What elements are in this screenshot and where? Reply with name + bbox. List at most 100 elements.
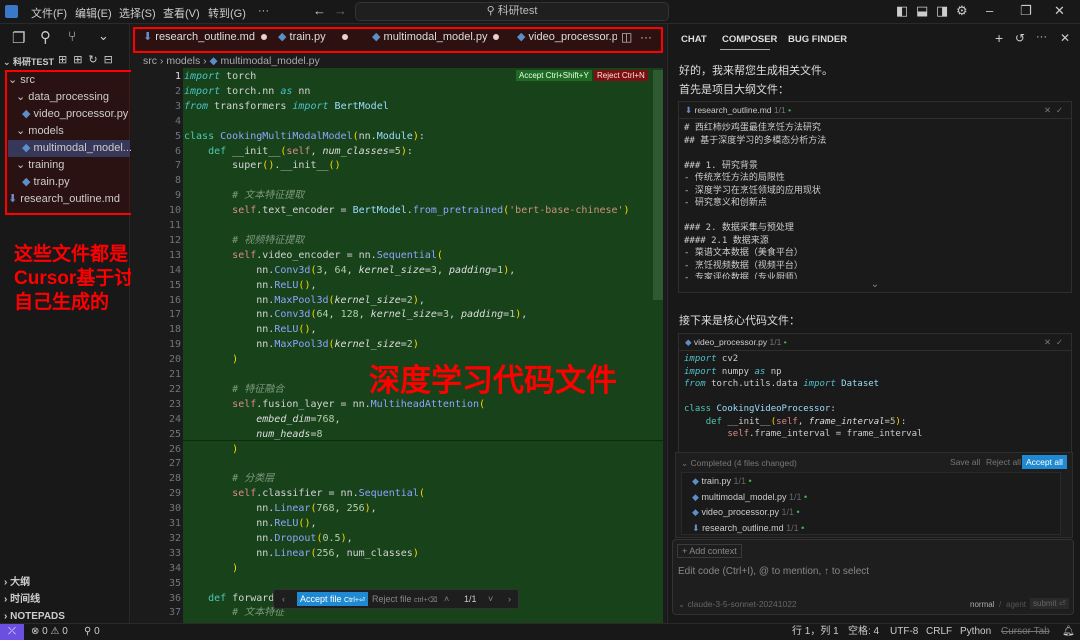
code-line: def forward: [184, 591, 274, 606]
line-number: 22: [141, 382, 181, 397]
chevron-up-icon[interactable]: ˄: [444, 590, 449, 608]
chevron-down-icon[interactable]: ˅: [488, 590, 493, 608]
change-count: 1/1: [733, 476, 746, 486]
forward-arrow-icon[interactable]: →: [334, 3, 347, 18]
gear-icon[interactable]: ⚙: [956, 3, 968, 19]
change-count: 1/1: [782, 507, 795, 517]
tree-folder-data-processing[interactable]: ⌄ data_processing: [16, 89, 109, 106]
code-line: ): [184, 352, 238, 367]
section-outline[interactable]: › 大纲: [4, 574, 65, 591]
split-editor-icon[interactable]: ◫: [621, 30, 632, 44]
prev-icon[interactable]: ‹: [282, 590, 285, 608]
accept-file-button[interactable]: Accept file Ctrl+⏎: [297, 592, 368, 606]
tree-folder-src[interactable]: ⌄ src: [8, 72, 35, 89]
accept-icon[interactable]: ✓: [1056, 105, 1063, 115]
search-icon[interactable]: ⚲: [40, 28, 51, 46]
changed-file-item[interactable]: ◆ train.py 1/1 •: [692, 476, 752, 487]
model-selector[interactable]: ⌄ claude-3-5-sonnet-20241022: [678, 599, 797, 610]
reject-file-button[interactable]: Reject file ctrl+⌫: [372, 590, 437, 610]
more-icon[interactable]: ···: [1036, 31, 1047, 43]
language-mode[interactable]: Python: [960, 624, 991, 639]
markdown-icon: ⬇: [143, 31, 152, 43]
breadcrumb-item[interactable]: multimodal_model.py: [221, 55, 320, 67]
command-search[interactable]: ⚲ 科研test: [355, 2, 669, 21]
mode-agent[interactable]: agent: [1006, 600, 1026, 609]
restore-icon[interactable]: ❐: [1020, 3, 1032, 19]
scrollbar[interactable]: [653, 70, 663, 300]
python-icon: ◆: [517, 31, 525, 43]
changed-file-item[interactable]: ◆ video_processor.py 1/1 •: [692, 507, 800, 518]
ports-indicator[interactable]: ⚲ 0: [84, 624, 100, 639]
reject-icon[interactable]: ✕: [1044, 337, 1051, 347]
tree-file-multimodal-model[interactable]: ◆ multimodal_model....: [8, 140, 130, 157]
close-panel-icon[interactable]: ✕: [1060, 31, 1070, 45]
more-actions-icon[interactable]: ···: [640, 30, 652, 44]
line-number: 17: [141, 307, 181, 322]
changed-file-item[interactable]: ◆ multimodal_model.py 1/1 •: [692, 492, 807, 503]
reject-icon[interactable]: ✕: [1044, 105, 1051, 115]
encoding[interactable]: UTF-8: [890, 624, 918, 639]
close-window-icon[interactable]: ✕: [1054, 3, 1065, 19]
input-placeholder[interactable]: Edit code (Ctrl+I), @ to mention, ↑ to s…: [678, 566, 869, 577]
line-ending[interactable]: CRLF: [926, 624, 952, 639]
changed-file-item[interactable]: ⬇ research_outline.md 1/1 •: [692, 523, 804, 534]
code-editor[interactable]: import torchimport torch.nn as nnfrom tr…: [183, 68, 663, 623]
next-icon[interactable]: ›: [508, 590, 511, 608]
indentation[interactable]: 空格: 4: [848, 624, 879, 639]
add-context-button[interactable]: + Add context: [677, 544, 742, 558]
tab-multimodal-model[interactable]: ◆ multimodal_model.py: [372, 30, 499, 43]
remote-icon[interactable]: ⤫: [0, 624, 24, 640]
expand-chevron-icon[interactable]: ⌄: [679, 279, 1071, 290]
menu-file[interactable]: 文件(F): [31, 5, 67, 21]
toggle-panel-icon[interactable]: ⬓: [916, 3, 928, 19]
reject-all-button[interactable]: Reject all: [982, 456, 1025, 468]
accept-diff-button[interactable]: Accept Ctrl+Shift+Y: [516, 70, 592, 81]
tree-folder-models[interactable]: ⌄ models: [16, 123, 64, 140]
menu-go[interactable]: 转到(G): [208, 5, 246, 21]
accept-icon[interactable]: ✓: [1056, 337, 1063, 347]
chevron-down-icon[interactable]: ⌄: [98, 28, 109, 44]
tab-research-outline[interactable]: ⬇ research_outline.md: [143, 30, 267, 43]
file-name: video_processor.py: [701, 507, 779, 517]
breadcrumb-item[interactable]: models: [166, 55, 200, 67]
files-icon[interactable]: ❐: [12, 29, 25, 47]
tab-train[interactable]: ◆ train.py: [278, 30, 348, 43]
composer-input[interactable]: + Add context Edit code (Ctrl+I), @ to m…: [672, 539, 1074, 615]
tree-file-research-outline[interactable]: ⬇ research_outline.md: [8, 191, 120, 208]
cursor-position[interactable]: 行 1，列 1: [792, 624, 839, 639]
tree-folder-training[interactable]: ⌄ training: [16, 157, 64, 174]
toggle-secondary-sidebar-icon[interactable]: ◨: [936, 3, 948, 19]
accept-all-button[interactable]: Accept all: [1022, 455, 1067, 469]
tab-bug-finder[interactable]: BUG FINDER: [788, 34, 847, 45]
submit-button[interactable]: submit ⏎: [1030, 598, 1069, 609]
line-number: 34: [141, 561, 181, 576]
line-number: 36: [141, 591, 181, 606]
section-timeline[interactable]: › 时间线: [4, 591, 65, 608]
bell-icon[interactable]: 🔔︎: [1062, 624, 1075, 639]
problems-indicator[interactable]: ⊗ 0 ⚠ 0: [31, 624, 68, 639]
markdown-line: - 深度学习在烹饪领域的应用现状: [679, 185, 1071, 198]
minimize-icon[interactable]: –: [986, 3, 993, 18]
cursor-tab[interactable]: Cursor Tab: [1001, 624, 1050, 639]
mode-normal[interactable]: normal: [970, 600, 994, 609]
plus-icon[interactable]: +: [995, 30, 1003, 46]
explorer-title[interactable]: ⌄ 科研TEST: [3, 55, 54, 68]
toggle-sidebar-icon[interactable]: ◧: [896, 3, 908, 19]
reject-diff-button[interactable]: Reject Ctrl+N: [594, 70, 648, 81]
source-control-icon[interactable]: ⑂: [68, 28, 76, 44]
back-arrow-icon[interactable]: ←: [313, 3, 326, 18]
menu-view[interactable]: 查看(V): [163, 5, 200, 21]
tab-video-processor[interactable]: ◆ video_processor.py: [517, 30, 617, 43]
menu-more[interactable]: ···: [258, 5, 269, 17]
breadcrumb-item[interactable]: src: [143, 55, 157, 67]
tree-file-video-processor[interactable]: ◆ video_processor.py: [22, 106, 128, 123]
history-icon[interactable]: ↺: [1015, 31, 1025, 45]
menu-selection[interactable]: 选择(S): [119, 5, 156, 21]
tab-composer[interactable]: COMPOSER: [722, 34, 777, 45]
tree-file-train[interactable]: ◆ train.py: [22, 174, 70, 191]
explorer-actions[interactable]: ⊞⊞↻⊟: [58, 53, 119, 66]
completed-title[interactable]: ⌄ Completed (4 files changed): [681, 458, 797, 469]
save-all-button[interactable]: Save all: [946, 456, 984, 468]
tab-chat[interactable]: CHAT: [681, 34, 707, 45]
menu-edit[interactable]: 编辑(E): [75, 5, 112, 21]
